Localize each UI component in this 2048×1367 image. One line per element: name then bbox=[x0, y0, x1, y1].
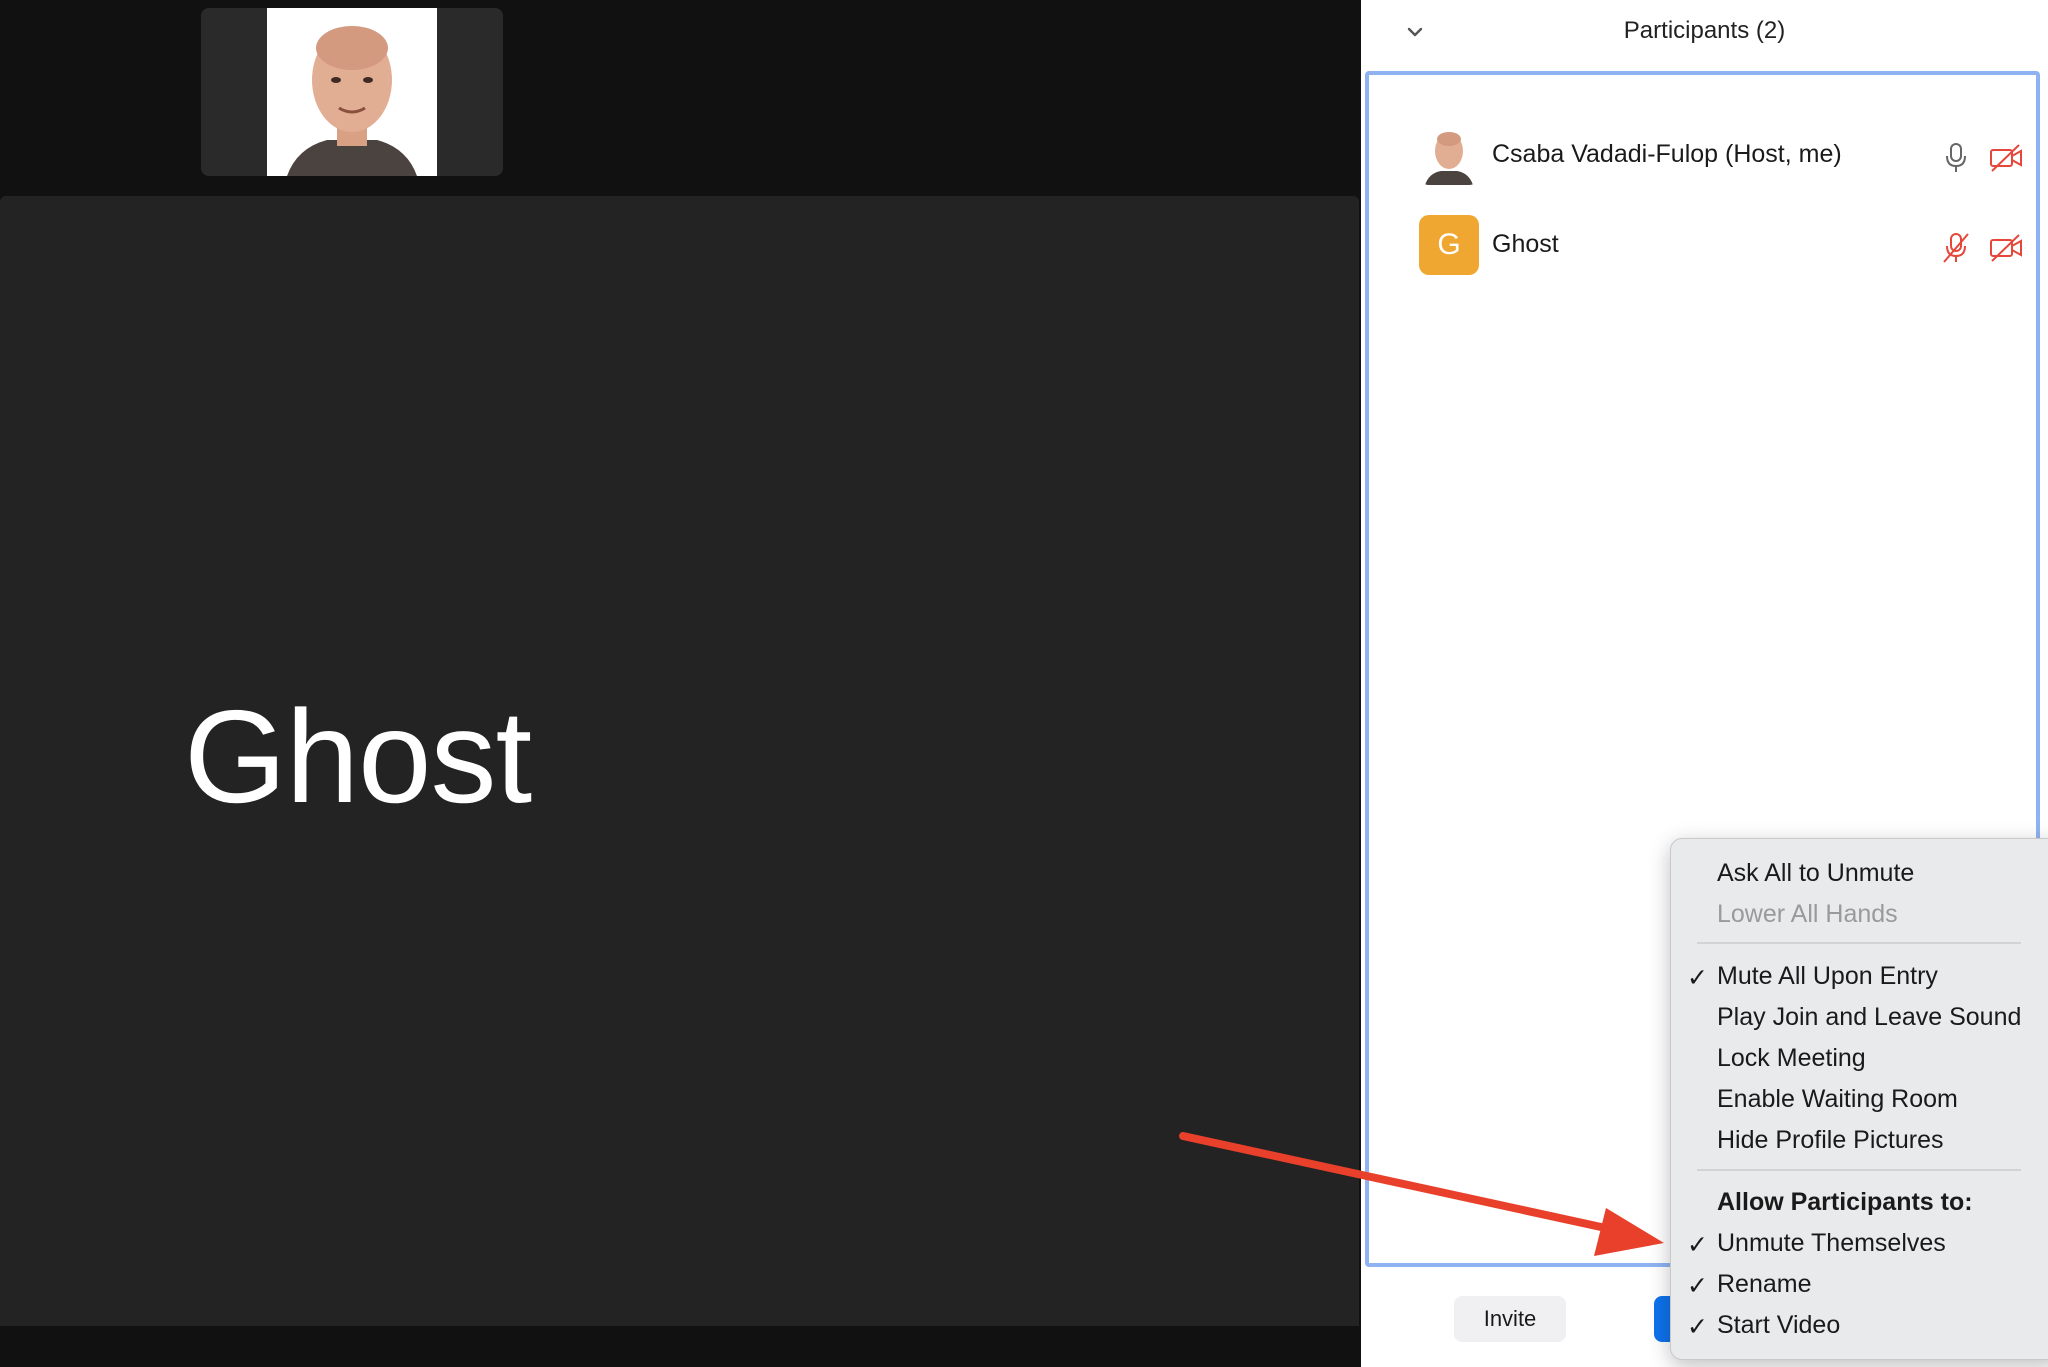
video-thumbnail-strip[interactable] bbox=[201, 8, 503, 176]
avatar bbox=[1419, 125, 1479, 185]
menu-item-label: Mute All Upon Entry bbox=[1717, 962, 1938, 990]
menu-item-label: Unmute Themselves bbox=[1717, 1229, 1946, 1257]
menu-item-rename[interactable]: ✓ Rename bbox=[1671, 1264, 2048, 1304]
host-video-button[interactable] bbox=[1988, 140, 2024, 176]
video-off-icon bbox=[1990, 144, 2022, 172]
menu-item-label: Ask All to Unmute bbox=[1717, 859, 1915, 887]
video-off-icon bbox=[1990, 234, 2022, 262]
menu-item-label: Rename bbox=[1717, 1270, 1812, 1298]
checkmark-icon: ✓ bbox=[1687, 964, 1708, 992]
participant-row-ghost[interactable]: G Ghost bbox=[1369, 209, 2036, 289]
ghost-video-button[interactable] bbox=[1988, 230, 2024, 266]
microphone-icon bbox=[1946, 143, 1966, 172]
host-avatar-image bbox=[1419, 125, 1479, 185]
menu-item-play-join-leave-sound[interactable]: Play Join and Leave Sound bbox=[1671, 997, 2048, 1037]
menu-divider bbox=[1697, 1169, 2021, 1171]
avatar: G bbox=[1419, 215, 1479, 275]
video-area: Ghost bbox=[0, 0, 1361, 1367]
menu-item-ask-all-to-unmute[interactable]: Ask All to Unmute bbox=[1671, 853, 2048, 893]
menu-item-start-video[interactable]: ✓ Start Video bbox=[1671, 1305, 2048, 1345]
menu-item-lock-meeting[interactable]: Lock Meeting bbox=[1671, 1038, 2048, 1078]
menu-item-label: Play Join and Leave Sound bbox=[1717, 1003, 2022, 1031]
microphone-muted-icon bbox=[1943, 233, 1969, 263]
checkmark-icon: ✓ bbox=[1687, 1272, 1708, 1300]
participant-name: Csaba Vadadi-Fulop (Host, me) bbox=[1492, 140, 1842, 168]
menu-item-label: Start Video bbox=[1717, 1311, 1841, 1339]
participant-name: Ghost bbox=[1492, 230, 1559, 258]
ghost-mute-button[interactable] bbox=[1938, 230, 1974, 266]
active-speaker-name: Ghost bbox=[184, 683, 532, 830]
host-mute-button[interactable] bbox=[1938, 140, 1974, 176]
menu-item-enable-waiting-room[interactable]: Enable Waiting Room bbox=[1671, 1079, 2048, 1119]
menu-item-label: Enable Waiting Room bbox=[1717, 1085, 1958, 1113]
menu-item-unmute-themselves[interactable]: ✓ Unmute Themselves bbox=[1671, 1223, 2048, 1263]
menu-item-lower-all-hands: Lower All Hands bbox=[1671, 894, 2048, 934]
checkmark-icon: ✓ bbox=[1687, 1313, 1708, 1341]
meeting-toolbar bbox=[0, 1326, 1361, 1367]
host-video-thumbnail[interactable] bbox=[267, 8, 437, 176]
menu-divider bbox=[1697, 942, 2021, 944]
checkmark-icon: ✓ bbox=[1687, 1231, 1708, 1259]
participants-panel-header: Participants (2) bbox=[1361, 0, 2048, 66]
menu-item-label: Hide Profile Pictures bbox=[1717, 1126, 1944, 1154]
menu-item-hide-profile-pictures[interactable]: Hide Profile Pictures bbox=[1671, 1120, 2048, 1160]
invite-button[interactable]: Invite bbox=[1454, 1296, 1566, 1342]
panel-title: Participants (2) bbox=[1623, 17, 1786, 44]
participant-row-host[interactable]: Csaba Vadadi-Fulop (Host, me) bbox=[1369, 118, 2036, 198]
active-speaker-stage: Ghost bbox=[0, 196, 1359, 1326]
menu-section-header: Allow Participants to: bbox=[1717, 1188, 1973, 1216]
more-options-menu: Ask All to Unmute Lower All Hands ✓ Mute… bbox=[1670, 838, 2048, 1360]
menu-item-label: Lock Meeting bbox=[1717, 1044, 1866, 1072]
menu-item-label: Lower All Hands bbox=[1717, 900, 1898, 928]
host-portrait-image bbox=[267, 8, 437, 176]
menu-item-mute-all-upon-entry[interactable]: ✓ Mute All Upon Entry bbox=[1671, 956, 2048, 996]
